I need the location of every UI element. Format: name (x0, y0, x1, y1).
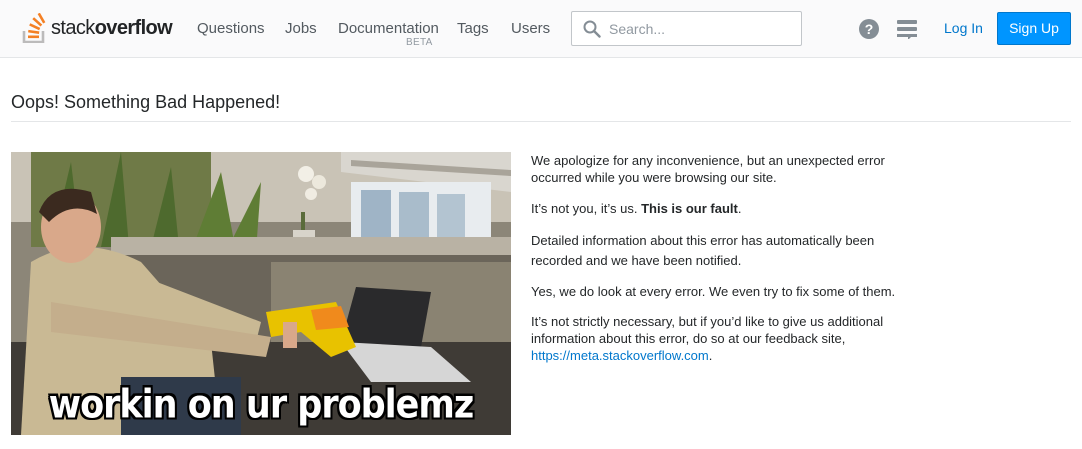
look-at-errors-paragraph: Yes, we do look at every error. We even … (531, 284, 896, 299)
top-bar: stackoverflow Questions Jobs Documentati… (0, 0, 1082, 58)
title-divider (11, 121, 1071, 122)
logo-text: stackoverflow (51, 16, 173, 39)
beta-badge: BETA (406, 37, 433, 48)
signup-button[interactable]: Sign Up (997, 12, 1071, 45)
recorded-paragraph: Detailed information about this error ha… (531, 233, 875, 268)
search-input[interactable] (609, 18, 794, 40)
fault-paragraph: It’s not you, it’s us. This is our fault… (531, 201, 742, 216)
error-image: workin on ur problemz (11, 152, 511, 435)
image-caption: workin on ur problemz (48, 382, 475, 428)
search-box[interactable] (571, 11, 802, 46)
stackoverflow-logo-icon (22, 13, 46, 43)
feedback-paragraph: It’s not strictly necessary, but if you’… (531, 314, 884, 363)
review-queue-icon[interactable] (897, 19, 917, 39)
fault-emphasis: This is our fault (641, 201, 738, 216)
site-logo[interactable]: stackoverflow (22, 12, 173, 44)
search-icon (583, 20, 601, 38)
apology-paragraph: We apologize for any inconvenience, but … (531, 153, 885, 185)
page-title: Oops! Something Bad Happened! (11, 92, 281, 112)
meta-feedback-link[interactable]: https://meta.stackoverflow.com (531, 348, 709, 363)
help-icon[interactable]: ? (859, 19, 879, 39)
login-link[interactable]: Log In (944, 20, 983, 36)
